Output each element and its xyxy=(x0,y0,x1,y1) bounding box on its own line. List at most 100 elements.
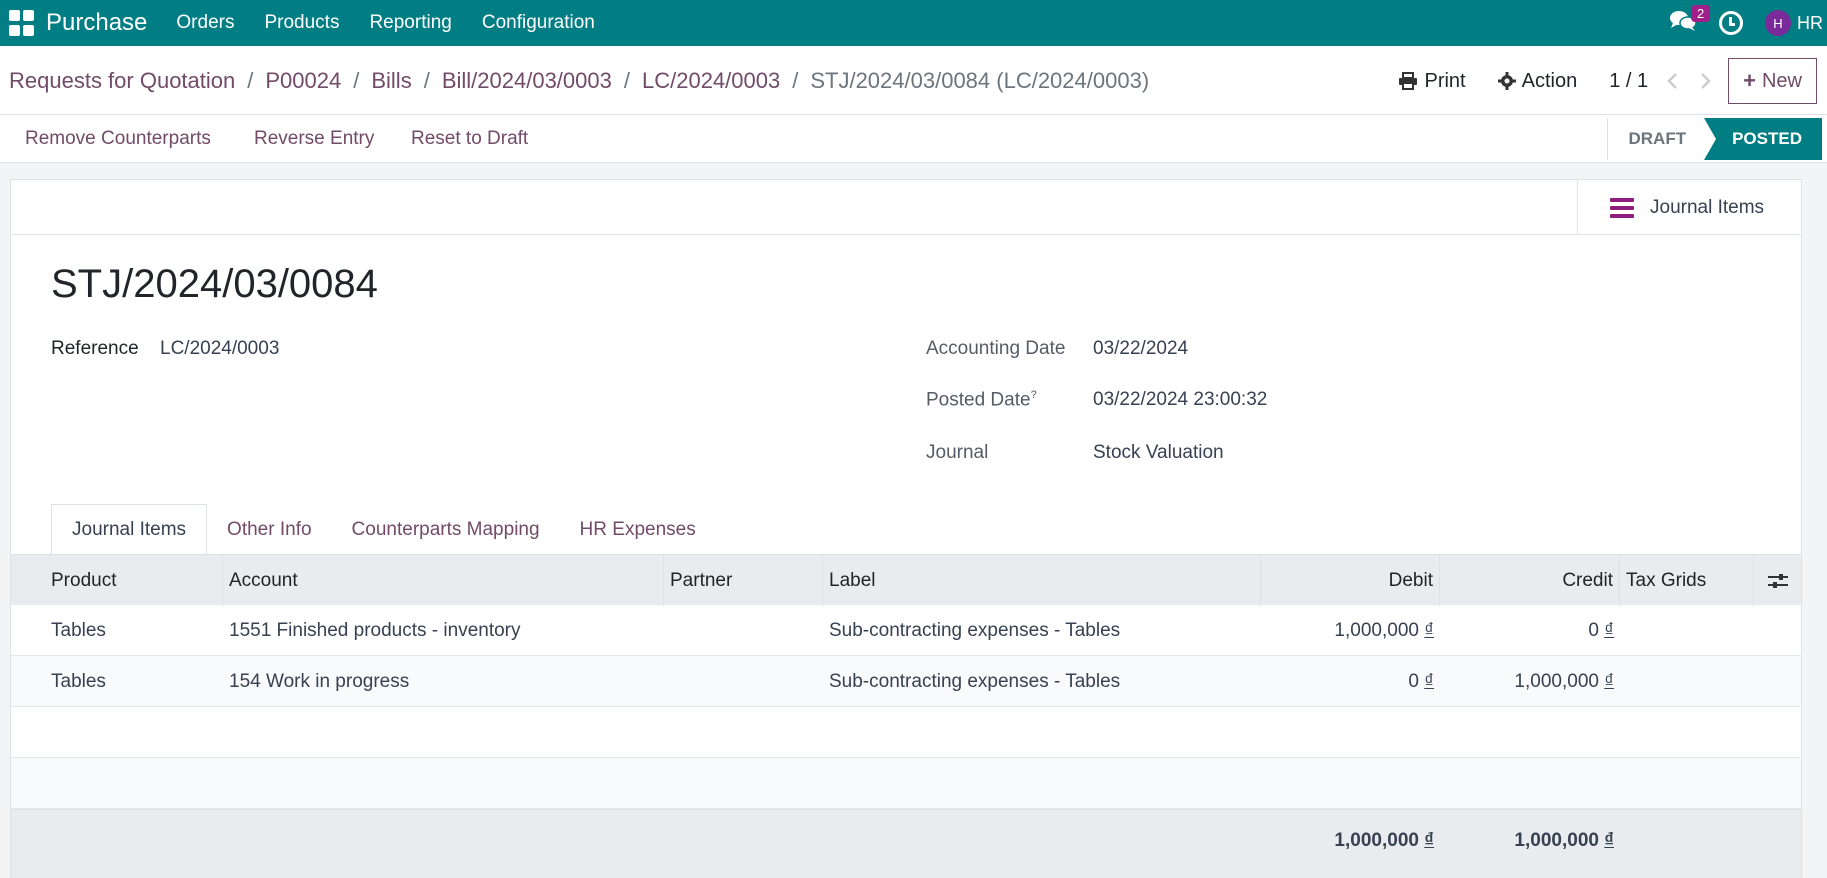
total-debit: 1,000,000 ₫ xyxy=(1261,810,1440,872)
breadcrumb-separator: / xyxy=(423,68,430,93)
chat-badge: 2 xyxy=(1691,5,1711,22)
print-button[interactable]: Print xyxy=(1398,69,1466,93)
table-row[interactable]: Tables 154 Work in progress Sub-contract… xyxy=(11,656,1801,707)
table-totals-row: 1,000,000 ₫ 1,000,000 ₫ xyxy=(11,809,1801,878)
status-posted[interactable]: POSTED xyxy=(1704,118,1822,160)
cell-partner xyxy=(664,605,823,656)
breadcrumb-landed-cost[interactable]: LC/2024/0003 xyxy=(642,68,780,94)
cell-account: 1551 Finished products - inventory xyxy=(229,619,521,641)
cell-credit-amount: 1,000,000 xyxy=(1514,670,1599,692)
reverse-entry-button[interactable]: Reverse Entry xyxy=(254,128,374,150)
menu-configuration[interactable]: Configuration xyxy=(467,12,610,34)
column-tax-grids[interactable]: Tax Grids xyxy=(1620,555,1754,606)
accounting-date-label: Accounting Date xyxy=(926,338,1066,359)
printer-icon xyxy=(1399,72,1418,90)
total-credit-amount: 1,000,000 xyxy=(1514,830,1599,851)
cell-label: Sub-contracting expenses - Tables xyxy=(829,670,1121,692)
tab-other-info[interactable]: Other Info xyxy=(207,504,332,555)
total-debit-amount: 1,000,000 xyxy=(1334,830,1419,851)
tab-counterparts-mapping[interactable]: Counterparts Mapping xyxy=(332,504,560,555)
table-header: Product Account Partner Label Debit Cred… xyxy=(11,554,1801,606)
column-debit[interactable]: Debit xyxy=(1261,555,1440,606)
cell-account: 154 Work in progress xyxy=(229,670,410,692)
journal-value[interactable]: Stock Valuation xyxy=(1093,442,1224,464)
table-row[interactable]: Tables 1551 Finished products - inventor… xyxy=(11,605,1801,656)
pager-value[interactable]: 1 / 1 xyxy=(1609,70,1648,93)
pager-previous-icon[interactable] xyxy=(1660,69,1684,93)
journal-items-smart-button[interactable]: Journal Items xyxy=(1577,180,1801,235)
apps-menu-icon[interactable] xyxy=(8,9,36,37)
new-button[interactable]: + New xyxy=(1728,58,1817,104)
tab-hr-expenses[interactable]: HR Expenses xyxy=(560,504,716,555)
totals-spacer xyxy=(823,810,1261,872)
column-product[interactable]: Product xyxy=(11,555,223,606)
column-partner[interactable]: Partner xyxy=(664,555,823,606)
menu-reporting[interactable]: Reporting xyxy=(354,12,466,34)
tab-journal-items[interactable]: Journal Items xyxy=(51,504,208,555)
action-bar: Remove Counterparts Reverse Entry Reset … xyxy=(0,115,1827,163)
menu-products[interactable]: Products xyxy=(249,12,354,34)
cell-debit: 1,000,000 ₫ xyxy=(1261,605,1440,656)
form-sheet: Journal Items STJ/2024/03/0084 Reference… xyxy=(10,179,1802,878)
currency-symbol: ₫ xyxy=(1424,830,1434,851)
activity-clock-icon[interactable] xyxy=(1719,11,1743,35)
empty-row xyxy=(11,707,1801,758)
optional-columns-icon[interactable] xyxy=(1754,555,1801,606)
breadcrumb-current: STJ/2024/03/0084 (LC/2024/0003) xyxy=(810,68,1150,93)
column-account[interactable]: Account xyxy=(223,555,664,606)
notebook-tabs: Journal Items Other Info Counterparts Ma… xyxy=(51,504,716,555)
cell-product: Tables xyxy=(51,670,106,692)
posted-date-label-text: Posted Date xyxy=(926,389,1031,411)
help-tooltip-icon[interactable]: ? xyxy=(1031,389,1037,401)
cell-credit: 1,000,000 ₫ xyxy=(1440,656,1620,707)
breadcrumb: Requests for Quotation / P00024 / Bills … xyxy=(9,68,1149,94)
empty-row xyxy=(11,758,1801,809)
app-name[interactable]: Purchase xyxy=(46,9,147,37)
totals-spacer xyxy=(664,810,823,872)
column-credit[interactable]: Credit xyxy=(1440,555,1620,606)
user-name[interactable]: HR xyxy=(1797,13,1823,34)
menu-orders[interactable]: Orders xyxy=(161,12,249,34)
breadcrumb-po[interactable]: P00024 xyxy=(265,68,341,94)
print-label: Print xyxy=(1424,69,1466,92)
column-label[interactable]: Label xyxy=(823,555,1261,606)
status-draft[interactable]: DRAFT xyxy=(1607,118,1704,160)
posted-date-label: Posted Date? xyxy=(926,389,1037,411)
pager-next-icon[interactable] xyxy=(1694,69,1718,93)
breadcrumb-rfq[interactable]: Requests for Quotation xyxy=(9,68,235,94)
breadcrumb-separator: / xyxy=(353,68,360,93)
status-bar: DRAFT POSTED xyxy=(1607,115,1822,163)
smart-button-box: Journal Items xyxy=(11,180,1801,235)
top-navbar: Purchase Orders Products Reporting Confi… xyxy=(0,0,1827,46)
chat-icon[interactable]: 2 xyxy=(1669,5,1711,37)
control-panel: Requests for Quotation / P00024 / Bills … xyxy=(0,46,1827,115)
cell-credit: 0 ₫ xyxy=(1440,605,1620,656)
reference-label: Reference xyxy=(51,338,139,359)
action-button[interactable]: Action xyxy=(1497,69,1578,93)
cell-partner xyxy=(664,656,823,707)
journal-items-smart-label: Journal Items xyxy=(1650,196,1765,218)
remove-counterparts-button[interactable]: Remove Counterparts xyxy=(25,128,211,150)
cell-debit-amount: 1,000,000 xyxy=(1334,619,1419,641)
cell-tax-grids xyxy=(1620,605,1754,656)
breadcrumb-bill[interactable]: Bill/2024/03/0003 xyxy=(442,68,612,94)
journal-label: Journal xyxy=(926,442,989,463)
user-avatar[interactable]: H xyxy=(1765,10,1791,36)
action-label: Action xyxy=(1521,69,1578,92)
currency-symbol: ₫ xyxy=(1604,670,1614,692)
posted-date-value[interactable]: 03/22/2024 23:00:32 xyxy=(1093,389,1267,411)
reference-value[interactable]: LC/2024/0003 xyxy=(160,338,279,360)
totals-spacer xyxy=(11,810,223,872)
list-icon xyxy=(1610,197,1634,218)
cell-tax-grids xyxy=(1620,656,1754,707)
record-title: STJ/2024/03/0084 xyxy=(51,262,378,306)
breadcrumb-bills[interactable]: Bills xyxy=(371,68,411,94)
accounting-date-value[interactable]: 03/22/2024 xyxy=(1093,338,1188,360)
gear-icon xyxy=(1497,72,1516,90)
currency-symbol: ₫ xyxy=(1604,830,1614,851)
total-credit: 1,000,000 ₫ xyxy=(1440,810,1620,872)
cell-debit: 0 ₫ xyxy=(1261,656,1440,707)
reset-to-draft-button[interactable]: Reset to Draft xyxy=(411,128,528,150)
currency-symbol: ₫ xyxy=(1604,619,1614,641)
currency-symbol: ₫ xyxy=(1424,670,1434,692)
